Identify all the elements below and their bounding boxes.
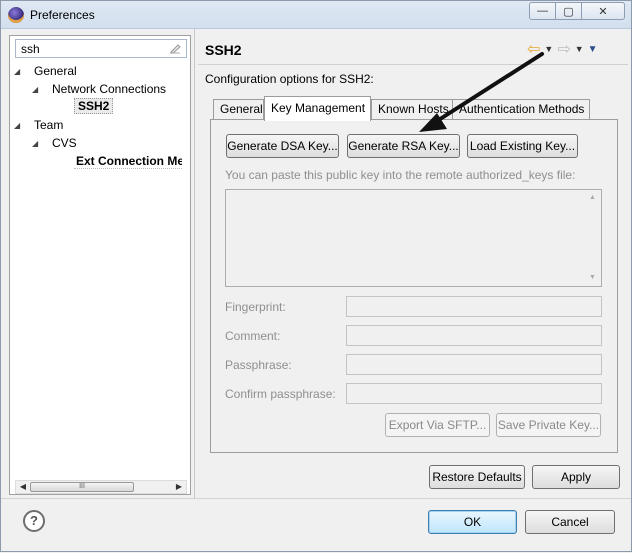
close-button[interactable]: ✕ bbox=[581, 2, 625, 20]
forward-dropdown-icon[interactable]: ▼ bbox=[575, 44, 584, 54]
help-icon[interactable]: ? bbox=[23, 510, 45, 532]
comment-label: Comment: bbox=[225, 329, 281, 343]
passphrase-label: Passphrase: bbox=[225, 358, 292, 372]
filter-value: ssh bbox=[21, 42, 40, 56]
tree-item-label: CVS bbox=[52, 136, 77, 150]
view-menu-icon[interactable]: ▼ bbox=[588, 44, 598, 55]
eclipse-app-icon bbox=[8, 7, 24, 23]
tree-item-ssh2[interactable]: SSH2 bbox=[74, 98, 114, 116]
maximize-button[interactable]: ▢ bbox=[555, 2, 582, 20]
expanded-twisty-icon[interactable]: ◢ bbox=[14, 67, 20, 76]
textarea-vertical-scrollbar[interactable]: ▲ ▼ bbox=[585, 190, 601, 286]
configuration-label: Configuration options for SSH2: bbox=[205, 72, 374, 86]
export-via-sftp-button[interactable]: Export Via SFTP... bbox=[385, 413, 490, 437]
history-navigation: ⇦ ▼ ⇨ ▼ ▼ bbox=[527, 39, 602, 59]
back-arrow-icon[interactable]: ⇦ bbox=[527, 39, 540, 59]
public-key-textarea[interactable]: ▲ ▼ bbox=[225, 189, 602, 287]
tree-item-label: Ext Connection Me bbox=[74, 154, 182, 169]
scroll-up-icon[interactable]: ▲ bbox=[589, 194, 596, 201]
expanded-twisty-icon[interactable]: ◢ bbox=[14, 121, 20, 130]
public-key-hint: You can paste this public key into the r… bbox=[225, 168, 576, 182]
tree-horizontal-scrollbar[interactable]: ◀ III ▶ bbox=[15, 480, 187, 494]
scroll-left-icon[interactable]: ◀ bbox=[16, 481, 30, 493]
clear-filter-icon[interactable] bbox=[168, 42, 182, 55]
minimize-button[interactable]: — bbox=[529, 2, 556, 20]
fingerprint-label: Fingerprint: bbox=[225, 300, 286, 314]
tree-item-label: SSH2 bbox=[74, 98, 114, 114]
passphrase-field[interactable] bbox=[346, 354, 602, 375]
confirm-passphrase-field[interactable] bbox=[346, 383, 602, 404]
cancel-button[interactable]: Cancel bbox=[525, 510, 615, 534]
window-title: Preferences bbox=[30, 8, 95, 22]
generate-dsa-key-button[interactable]: Generate DSA Key... bbox=[226, 134, 339, 158]
ok-button[interactable]: OK bbox=[428, 510, 517, 534]
page-title: SSH2 bbox=[205, 42, 242, 58]
scroll-right-icon[interactable]: ▶ bbox=[172, 481, 186, 493]
title-separator bbox=[198, 64, 628, 65]
preferences-window: Preferences — ▢ ✕ ssh ◢ General ◢ Networ… bbox=[0, 0, 632, 552]
preference-tree-pane: ssh ◢ General ◢ Network Connections SSH2… bbox=[9, 35, 191, 495]
apply-button[interactable]: Apply bbox=[532, 465, 620, 489]
tree-item-label: General bbox=[34, 64, 77, 78]
back-dropdown-icon[interactable]: ▼ bbox=[544, 44, 553, 54]
title-bar: Preferences — ▢ ✕ bbox=[1, 1, 631, 29]
tab-known-hosts[interactable]: Known Hosts bbox=[371, 99, 453, 120]
tree-item-label: Network Connections bbox=[52, 82, 167, 96]
tab-authentication-methods[interactable]: Authentication Methods bbox=[452, 99, 590, 120]
pane-splitter[interactable] bbox=[194, 29, 195, 499]
expanded-twisty-icon[interactable]: ◢ bbox=[32, 85, 38, 94]
fingerprint-field[interactable] bbox=[346, 296, 602, 317]
save-private-key-button[interactable]: Save Private Key... bbox=[496, 413, 601, 437]
generate-rsa-key-button[interactable]: Generate RSA Key... bbox=[347, 134, 460, 158]
confirm-passphrase-label: Confirm passphrase: bbox=[225, 387, 336, 401]
scroll-thumb[interactable]: III bbox=[30, 482, 134, 492]
expanded-twisty-icon[interactable]: ◢ bbox=[32, 139, 38, 148]
footer-separator bbox=[1, 498, 631, 499]
tab-general[interactable]: General bbox=[213, 99, 264, 120]
comment-field[interactable] bbox=[346, 325, 602, 346]
restore-defaults-button[interactable]: Restore Defaults bbox=[429, 465, 525, 489]
load-existing-key-button[interactable]: Load Existing Key... bbox=[467, 134, 578, 158]
tab-key-management[interactable]: Key Management bbox=[264, 96, 371, 121]
filter-input[interactable]: ssh bbox=[15, 39, 187, 58]
tree-item-ext-connection-method[interactable]: Ext Connection Me bbox=[74, 154, 182, 171]
tree-item-label: Team bbox=[34, 118, 64, 132]
scroll-down-icon[interactable]: ▼ bbox=[589, 274, 596, 281]
forward-arrow-icon[interactable]: ⇨ bbox=[557, 39, 570, 59]
